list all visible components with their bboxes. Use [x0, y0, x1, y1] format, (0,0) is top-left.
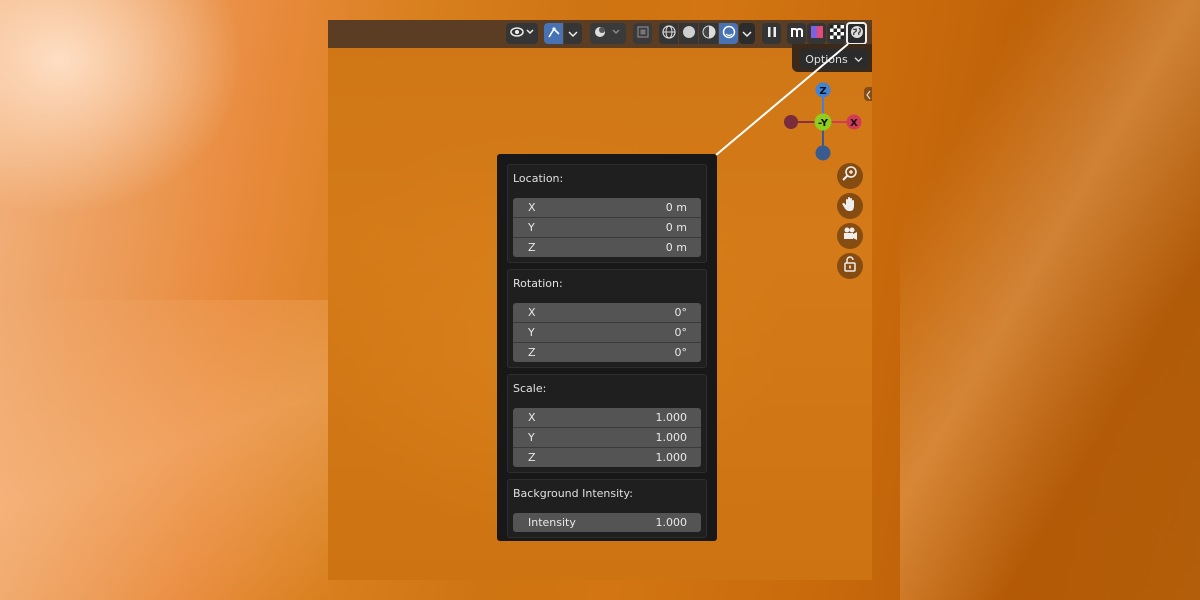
location-fields: X 0 m Y 0 m Z 0 m — [513, 198, 701, 257]
rotation-fields: X 0° Y 0° Z 0° — [513, 303, 701, 362]
rotation-x-field[interactable]: X 0° — [513, 303, 701, 323]
neg-x-axis-handle[interactable] — [784, 115, 798, 129]
field-value: 0 m — [665, 201, 687, 214]
wireframe-shading-button[interactable] — [659, 23, 678, 44]
options-dropdown[interactable]: Options — [800, 49, 868, 69]
wireframe-shading-icon — [661, 25, 676, 42]
lock-camera-button[interactable] — [837, 253, 863, 279]
rendered-shading-icon — [722, 25, 736, 42]
field-value: 0° — [674, 326, 688, 339]
rotation-y-field[interactable]: Y 0° — [513, 323, 701, 343]
field-value: 1.000 — [655, 516, 688, 529]
field-label: Z — [528, 346, 536, 359]
field-label: Intensity — [528, 516, 576, 529]
location-title: Location: — [513, 172, 564, 185]
scale-fields: X 1.000 Y 1.000 Z 1.000 — [513, 408, 701, 467]
m-button[interactable] — [787, 23, 806, 44]
overlay-icon — [593, 25, 623, 42]
chevron-left-icon — [864, 87, 872, 106]
y-axis-label: -Y — [818, 118, 829, 129]
chevron-down-icon — [854, 53, 863, 66]
pause-render-button[interactable] — [762, 23, 781, 44]
xray-icon — [636, 26, 649, 41]
checker-icon — [829, 25, 844, 42]
intensity-field[interactable]: Intensity 1.000 — [513, 513, 701, 532]
background-intensity-title: Background Intensity: — [513, 487, 633, 500]
scale-x-field[interactable]: X 1.000 — [513, 408, 701, 428]
rendered-shading-button[interactable] — [719, 23, 738, 44]
solid-shading-icon — [682, 25, 696, 42]
field-value: 0 m — [665, 241, 687, 254]
pan-button[interactable] — [837, 193, 863, 219]
camera-view-button[interactable] — [837, 223, 863, 249]
scale-y-field[interactable]: Y 1.000 — [513, 428, 701, 448]
field-value: 0° — [674, 306, 688, 319]
visibility-icon — [510, 25, 534, 42]
field-value: 1.000 — [655, 451, 688, 464]
field-label: X — [528, 306, 536, 319]
gizmo-icon — [547, 25, 561, 42]
unlock-icon — [841, 255, 859, 277]
field-label: Y — [528, 431, 535, 444]
scale-section: Scale: X 1.000 Y 1.000 Z 1.000 — [507, 374, 707, 473]
field-value: 1.000 — [655, 431, 688, 444]
navigation-gizmo[interactable]: Z X -Y — [783, 80, 863, 166]
location-y-field[interactable]: Y 0 m — [513, 218, 701, 238]
world-button[interactable] — [846, 22, 867, 45]
field-label: Z — [528, 451, 536, 464]
color-icon — [810, 25, 824, 42]
world-settings-panel: Location: X 0 m Y 0 m Z 0 m Rotation: X … — [497, 154, 717, 541]
background-intensity-fields: Intensity 1.000 — [513, 513, 701, 532]
neg-z-axis-handle[interactable] — [815, 145, 831, 161]
chevron-down-icon — [568, 27, 578, 41]
material-shading-button[interactable] — [699, 23, 718, 44]
x-axis-label: X — [850, 118, 858, 129]
world-icon — [850, 25, 864, 42]
shading-dropdown[interactable] — [739, 23, 755, 44]
rotation-title: Rotation: — [513, 277, 563, 290]
color-button[interactable] — [807, 23, 826, 44]
location-x-field[interactable]: X 0 m — [513, 198, 701, 218]
field-label: Z — [528, 241, 536, 254]
z-axis-label: Z — [819, 86, 826, 97]
visibility-dropdown[interactable] — [506, 23, 538, 44]
field-label: Y — [528, 221, 535, 234]
hand-icon — [841, 195, 859, 217]
scale-z-field[interactable]: Z 1.000 — [513, 448, 701, 467]
checker-button[interactable] — [827, 23, 846, 44]
zoom-button[interactable] — [837, 163, 863, 189]
camera-icon — [841, 225, 859, 247]
viewport-header — [328, 20, 872, 48]
chevron-down-icon — [742, 27, 752, 41]
material-shading-icon — [702, 25, 716, 42]
gizmo-dropdown[interactable] — [564, 23, 582, 44]
rotation-section: Rotation: X 0° Y 0° Z 0° — [507, 269, 707, 368]
m-icon — [790, 25, 804, 42]
scale-title: Scale: — [513, 382, 547, 395]
field-label: X — [528, 411, 536, 424]
location-section: Location: X 0 m Y 0 m Z 0 m — [507, 164, 707, 263]
pause-icon — [766, 26, 778, 41]
sidebar-toggle[interactable] — [864, 87, 872, 101]
xray-toggle[interactable] — [633, 23, 652, 44]
zoom-icon — [841, 165, 859, 187]
field-value: 1.000 — [655, 411, 688, 424]
gizmo-toggle[interactable] — [544, 23, 563, 44]
options-label: Options — [805, 52, 848, 66]
field-value: 0 m — [665, 221, 687, 234]
overlay-dropdown[interactable] — [590, 23, 626, 44]
solid-shading-button[interactable] — [679, 23, 698, 44]
background-intensity-section: Background Intensity: Intensity 1.000 — [507, 479, 707, 538]
rotation-z-field[interactable]: Z 0° — [513, 343, 701, 362]
field-label: X — [528, 201, 536, 214]
location-z-field[interactable]: Z 0 m — [513, 238, 701, 257]
field-label: Y — [528, 326, 535, 339]
field-value: 0° — [674, 346, 688, 359]
